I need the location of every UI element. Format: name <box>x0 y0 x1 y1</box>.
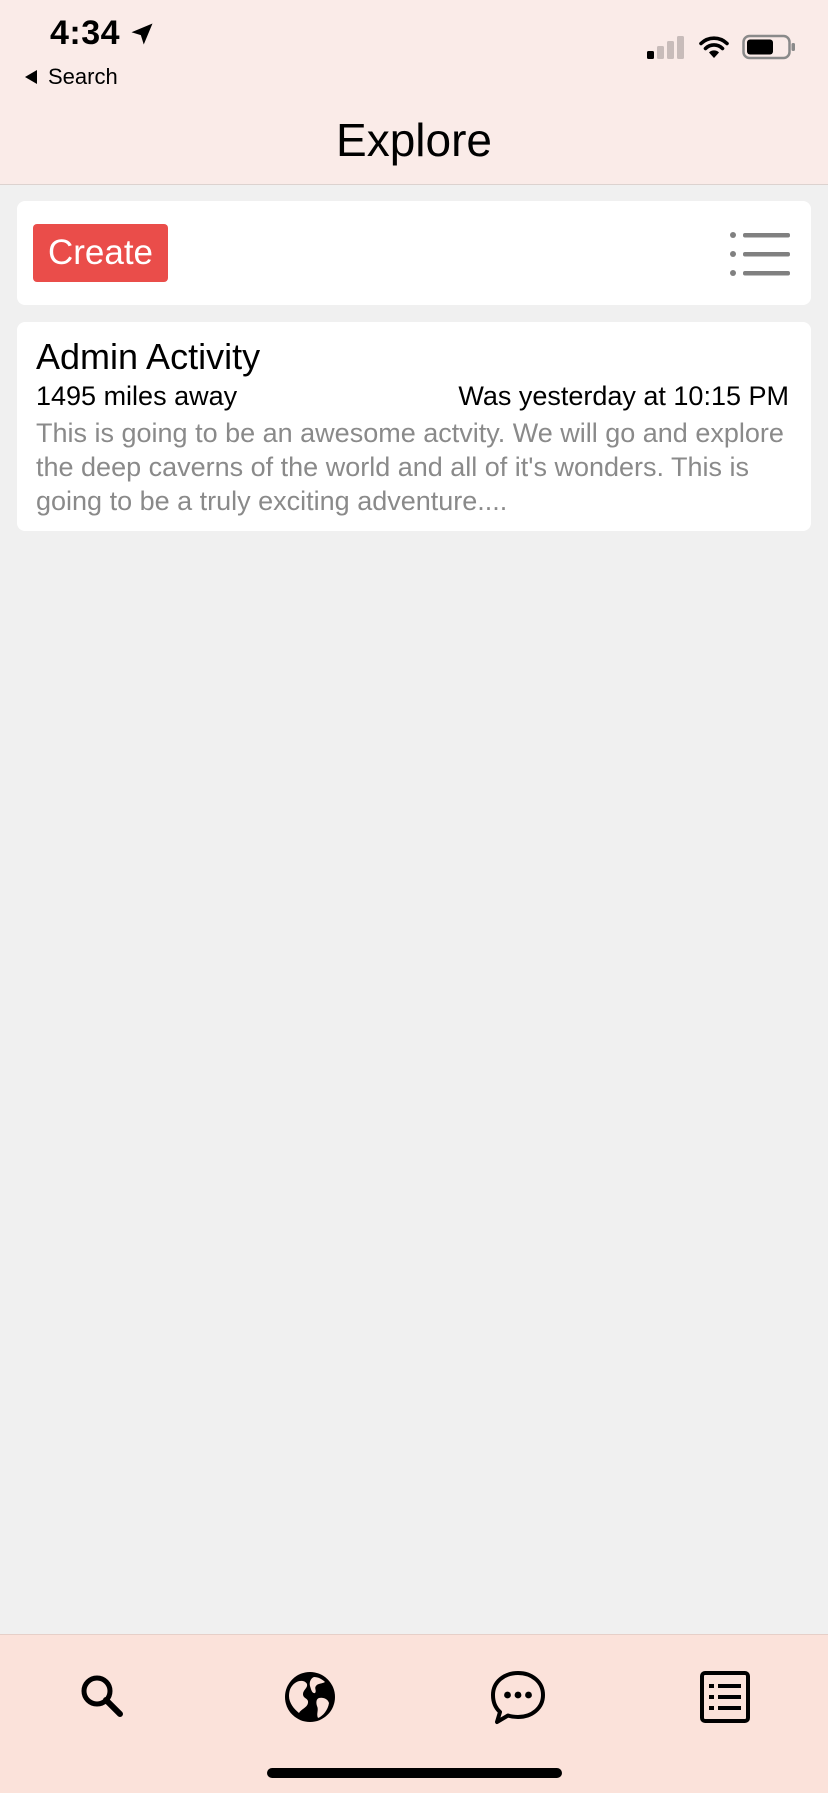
activity-distance: 1495 miles away <box>36 381 238 411</box>
search-icon <box>81 1675 123 1717</box>
list-icon <box>700 1671 750 1723</box>
tab-explore[interactable] <box>270 1657 350 1737</box>
tab-list[interactable] <box>685 1657 765 1737</box>
activity-time: Was yesterday at 10:15 PM <box>458 381 789 411</box>
home-indicator[interactable] <box>267 1768 562 1778</box>
list-view-toggle[interactable] <box>729 231 791 277</box>
create-button[interactable]: Create <box>33 224 168 282</box>
tab-bar <box>0 1634 828 1793</box>
toolbar-card: Create <box>17 201 811 305</box>
globe-icon <box>285 1672 335 1722</box>
navigation-header: 4:34 Search Explore <box>0 0 828 185</box>
status-time: 4:34 <box>50 14 156 53</box>
activity-title: Admin Activity <box>36 336 261 377</box>
cellular-signal-icon <box>647 36 684 59</box>
chat-icon <box>491 1671 545 1724</box>
tab-search[interactable] <box>63 1657 143 1737</box>
back-to-search-label: Search <box>48 64 118 89</box>
tab-messages[interactable] <box>478 1657 558 1737</box>
back-triangle-icon <box>25 70 37 84</box>
activity-description: This is going to be an awesome actvity. … <box>36 418 784 516</box>
page-title: Explore <box>336 114 492 166</box>
activity-card[interactable]: Admin Activity 1495 miles away Was yeste… <box>17 322 811 531</box>
status-time-text: 4:34 <box>50 14 121 52</box>
back-to-search-button[interactable]: Search <box>24 64 118 90</box>
list-menu-icon <box>730 232 790 276</box>
battery-icon <box>742 34 795 60</box>
wifi-icon <box>699 36 729 58</box>
location-arrow-icon <box>131 23 153 44</box>
status-indicators <box>646 34 796 60</box>
